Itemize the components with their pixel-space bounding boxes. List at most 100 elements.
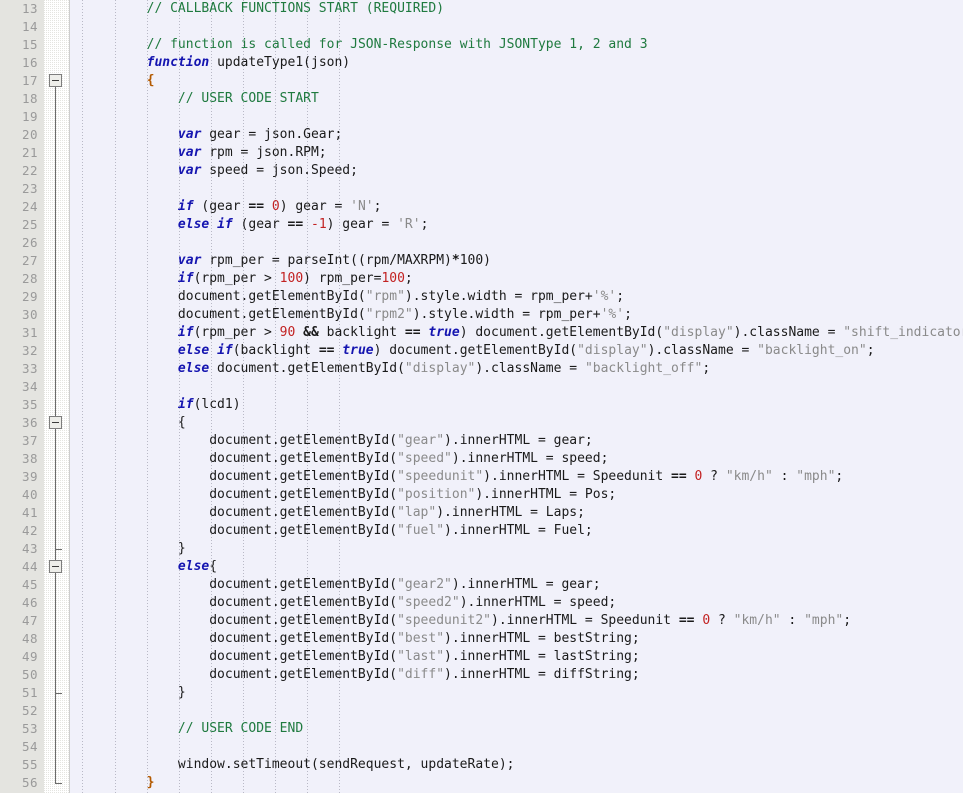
- code-token-pln: {: [84, 415, 186, 430]
- code-line[interactable]: document.getElementById("position").inne…: [70, 486, 963, 504]
- code-token-pln: document.getElementById(: [84, 595, 398, 610]
- code-line[interactable]: document.getElementById("diff").innerHTM…: [70, 666, 963, 684]
- code-line[interactable]: var rpm_per = parseInt((rpm/MAXRPM)*100): [70, 252, 963, 270]
- code-token-num: 0: [702, 613, 711, 628]
- code-token-str: "rpm": [365, 289, 405, 304]
- line-number: 16: [21, 55, 38, 70]
- code-line[interactable]: document.getElementById("gear2").innerHT…: [70, 576, 963, 594]
- code-token-pln: document.getElementById(: [84, 289, 366, 304]
- line-number: 18: [21, 91, 38, 106]
- code-token-pln: ).style.width = rpm_per+: [404, 289, 593, 304]
- code-line[interactable]: document.getElementById("speed").innerHT…: [70, 450, 963, 468]
- line-number: 45: [21, 577, 38, 592]
- code-token-pln: ;: [420, 217, 429, 232]
- code-line[interactable]: // USER CODE START: [70, 90, 963, 108]
- code-line[interactable]: document.getElementById("fuel").innerHTM…: [70, 522, 963, 540]
- code-line[interactable]: else document.getElementById("display").…: [70, 360, 963, 378]
- code-token-pln: document.getElementById(: [84, 577, 398, 592]
- code-line[interactable]: }: [70, 684, 963, 702]
- code-token-pln: [84, 361, 178, 376]
- code-line[interactable]: // function is called for JSON-Response …: [70, 36, 963, 54]
- code-token-num: 100: [279, 271, 304, 286]
- code-token-kw: var: [177, 127, 202, 142]
- code-line[interactable]: if(lcd1): [70, 396, 963, 414]
- code-token-pln: document.getElementById(: [84, 433, 398, 448]
- code-line[interactable]: if(rpm_per > 90 && backlight == true) do…: [70, 324, 963, 342]
- code-token-brc: }: [146, 775, 155, 790]
- code-token-str: "best": [397, 631, 445, 646]
- code-line[interactable]: document.getElementById("last").innerHTM…: [70, 648, 963, 666]
- code-line[interactable]: [70, 738, 963, 756]
- code-line[interactable]: }: [70, 774, 963, 792]
- code-line[interactable]: document.getElementById("rpm").style.wid…: [70, 288, 963, 306]
- code-token-pln: ).innerHTML = gear;: [444, 433, 593, 448]
- code-token-pln: ).innerHTML = diffString;: [444, 667, 640, 682]
- line-number: 52: [21, 703, 38, 718]
- code-line[interactable]: [70, 18, 963, 36]
- fold-collapse-button[interactable]: [49, 74, 62, 87]
- code-line[interactable]: document.getElementById("best").innerHTM…: [70, 630, 963, 648]
- code-line[interactable]: else if (gear == -1) gear = 'R';: [70, 216, 963, 234]
- code-token-kw: else: [177, 343, 210, 358]
- code-line[interactable]: var rpm = json.RPM;: [70, 144, 963, 162]
- code-token-str: "km/h": [725, 469, 773, 484]
- line-number: 31: [21, 325, 38, 340]
- code-token-kw: if: [177, 271, 194, 286]
- fold-range-end-tick: [55, 783, 62, 784]
- code-token-pln: ;: [624, 307, 632, 322]
- code-line[interactable]: {: [70, 414, 963, 432]
- code-token-str: "diff": [397, 667, 445, 682]
- code-line[interactable]: [70, 180, 963, 198]
- code-lines[interactable]: // CALLBACK FUNCTIONS START (REQUIRED) /…: [70, 0, 963, 792]
- fold-range-line: [55, 573, 56, 693]
- code-line[interactable]: document.getElementById("gear").innerHTM…: [70, 432, 963, 450]
- code-editor[interactable]: 13 14 15 16 17 18 19 20 21 22 23 24 25 26 27 28 29 30 31 32…: [0, 0, 963, 793]
- code-line[interactable]: // USER CODE END: [70, 720, 963, 738]
- code-line[interactable]: if(rpm_per > 100) rpm_per=100;: [70, 270, 963, 288]
- code-line[interactable]: {: [70, 72, 963, 90]
- code-line[interactable]: [70, 234, 963, 252]
- code-token-pln: ).innerHTML = Fuel;: [444, 523, 593, 538]
- fold-range-end-tick: [55, 693, 62, 694]
- code-token-pln: updateType1(json): [209, 55, 351, 70]
- code-line[interactable]: document.getElementById("speedunit2").in…: [70, 612, 963, 630]
- code-line[interactable]: var speed = json.Speed;: [70, 162, 963, 180]
- code-token-pln: (gear: [232, 217, 288, 232]
- line-number: 39: [21, 469, 38, 484]
- code-line[interactable]: var gear = json.Gear;: [70, 126, 963, 144]
- code-token-pln: (backlight: [232, 343, 319, 358]
- code-folding-column[interactable]: [44, 0, 70, 793]
- code-line[interactable]: document.getElementById("lap").innerHTML…: [70, 504, 963, 522]
- line-number: 24: [21, 199, 38, 214]
- fold-collapse-button[interactable]: [49, 560, 62, 573]
- code-line[interactable]: document.getElementById("speed2").innerH…: [70, 594, 963, 612]
- code-token-kw: var: [177, 145, 202, 160]
- code-line[interactable]: if (gear == 0) gear = 'N';: [70, 198, 963, 216]
- code-line[interactable]: else{: [70, 558, 963, 576]
- code-token-pln: [84, 343, 178, 358]
- code-token-kw: if: [217, 343, 233, 358]
- code-content-area[interactable]: // CALLBACK FUNCTIONS START (REQUIRED) /…: [70, 0, 963, 793]
- line-number: 14: [21, 19, 38, 34]
- line-number: 29: [21, 289, 38, 304]
- code-line[interactable]: document.getElementById("rpm2").style.wi…: [70, 306, 963, 324]
- code-token-op: ==: [248, 199, 265, 214]
- code-line[interactable]: [70, 702, 963, 720]
- fold-collapse-button[interactable]: [49, 416, 62, 429]
- code-token-pln: rpm = json.RPM;: [201, 145, 327, 160]
- code-line[interactable]: }: [70, 540, 963, 558]
- code-line[interactable]: [70, 108, 963, 126]
- code-line[interactable]: function updateType1(json): [70, 54, 963, 72]
- line-number: 19: [21, 109, 38, 124]
- code-token-pln: [84, 271, 178, 286]
- line-number: 40: [21, 487, 38, 502]
- code-line[interactable]: [70, 378, 963, 396]
- line-number: 34: [21, 379, 38, 394]
- code-token-pln: ).style.width = rpm_per+: [412, 307, 601, 322]
- code-line[interactable]: else if(backlight == true) document.getE…: [70, 342, 963, 360]
- code-line[interactable]: document.getElementById("speedunit").inn…: [70, 468, 963, 486]
- code-line[interactable]: window.setTimeout(sendRequest, updateRat…: [70, 756, 963, 774]
- line-number: 54: [21, 739, 38, 754]
- code-token-pln: document.getElementById(: [84, 505, 398, 520]
- code-line[interactable]: // CALLBACK FUNCTIONS START (REQUIRED): [70, 0, 963, 18]
